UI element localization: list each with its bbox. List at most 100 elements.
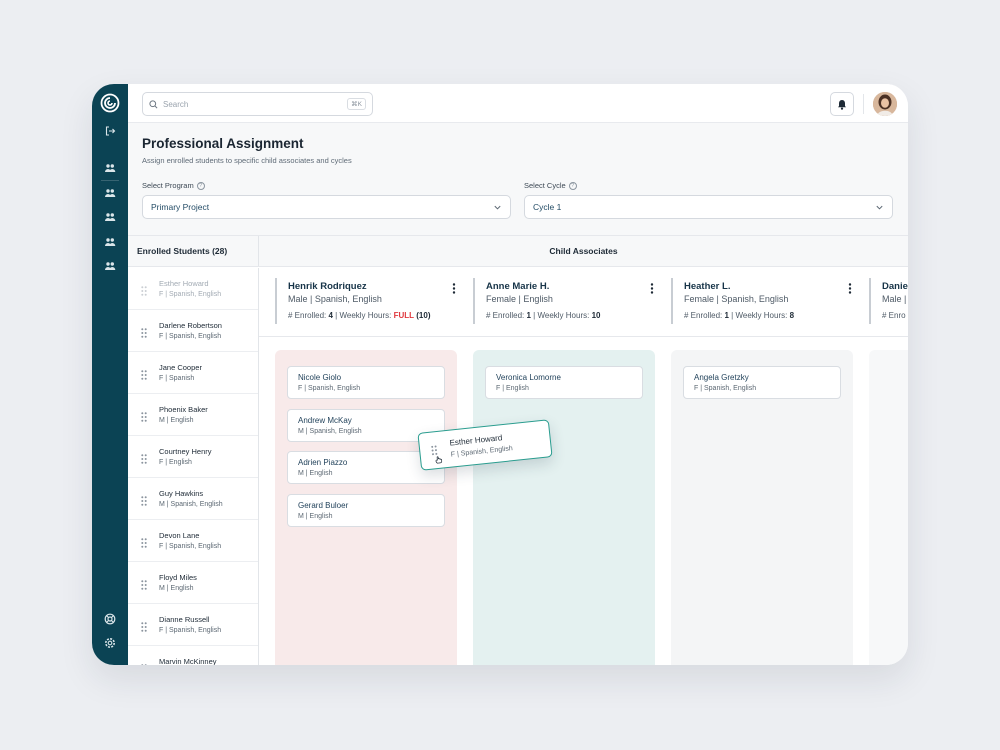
list-item[interactable]: Jane Cooper F | Spanish	[128, 352, 258, 394]
associate-meta: Male |	[882, 294, 907, 304]
assigned-student-name: Gerard Buloer	[298, 500, 349, 510]
drag-handle-icon[interactable]	[141, 283, 147, 301]
help-icon[interactable]	[100, 609, 120, 629]
logout-icon[interactable]	[100, 121, 120, 141]
associate-header: Henrik Rodriquez Male | Spanish, English #…	[259, 268, 457, 336]
list-item[interactable]: Devon Lane F | Spanish, English	[128, 520, 258, 562]
users-icon[interactable]	[100, 183, 120, 203]
assigned-student-card[interactable]: Gerard Buloer M | English	[287, 493, 445, 527]
program-select[interactable]: Primary Project	[142, 195, 511, 219]
notifications-button[interactable]	[830, 92, 854, 116]
student-name: Jane Cooper	[159, 363, 202, 372]
drag-handle-icon[interactable]	[141, 325, 147, 343]
associate-stats: # Enrolled: 4 | Weekly Hours: FULL (10)	[288, 311, 431, 320]
kebab-icon[interactable]	[452, 281, 456, 299]
associate-lane[interactable]: Veronica Lomorne F | English	[473, 350, 655, 665]
logo-icon[interactable]	[100, 93, 120, 113]
student-name: Floyd Miles	[159, 573, 197, 582]
student-meta: M | Spanish, English	[159, 501, 223, 508]
list-item[interactable]: Esther Howard F | Spanish, English	[128, 268, 258, 310]
student-name: Marvin McKinney	[159, 657, 217, 665]
app-window: Search ⌘K Professional Assignment Assign…	[92, 84, 908, 665]
program-label: Select Program ?	[142, 181, 205, 190]
cycle-label: Select Cycle ?	[524, 181, 577, 190]
nav-rail	[92, 84, 128, 665]
help-icon[interactable]: ?	[568, 181, 577, 190]
student-meta: M | English	[159, 585, 194, 592]
search-input[interactable]: Search ⌘K	[142, 92, 373, 116]
drag-handle-icon[interactable]	[141, 577, 147, 595]
list-item[interactable]: Darlene Robertson F | Spanish, English	[128, 310, 258, 352]
users-icon[interactable]	[100, 158, 120, 178]
list-item[interactable]: Floyd Miles M | English	[128, 562, 258, 604]
settings-icon[interactable]	[100, 633, 120, 653]
list-item[interactable]: Phoenix Baker M | English	[128, 394, 258, 436]
search-icon	[149, 99, 158, 108]
assigned-student-meta: M | English	[298, 512, 333, 520]
assigned-student-meta: F | Spanish, English	[298, 385, 361, 392]
student-meta: F | Spanish, English	[159, 291, 222, 298]
grab-hand-icon	[435, 456, 443, 464]
page-title: Professional Assignment	[142, 136, 304, 151]
associate-header: Anne Marie H. Female | English # Enrolled:…	[457, 268, 655, 336]
student-name: Dianne Russell	[159, 615, 210, 624]
associate-stats: # Enro	[882, 311, 906, 320]
associate-name: Heather L.	[684, 281, 731, 292]
student-name: Phoenix Baker	[159, 405, 208, 414]
assigned-student-meta: F | English	[496, 385, 529, 392]
list-item[interactable]: Courtney Henry F | English	[128, 436, 258, 478]
users-icon[interactable]	[100, 232, 120, 252]
assigned-student-card[interactable]: Veronica Lomorne F | English	[485, 366, 643, 399]
associate-lane[interactable]: Nicole Giolo F | Spanish, English Andrew M…	[275, 350, 457, 665]
kebab-icon[interactable]	[848, 281, 852, 299]
cycle-select[interactable]: Cycle 1	[524, 195, 893, 219]
dragging-card-meta: F | Spanish, English	[450, 445, 514, 459]
list-item[interactable]: Dianne Russell F | Spanish, English	[128, 604, 258, 646]
list-item[interactable]: Guy Hawkins M | Spanish, English	[128, 478, 258, 520]
drag-handle-icon[interactable]	[141, 409, 147, 427]
associate-stats: # Enrolled: 1 | Weekly Hours: 10	[486, 311, 601, 320]
kebab-icon[interactable]	[650, 281, 654, 299]
drag-handle-icon[interactable]	[141, 451, 147, 469]
associate-meta: Male | Spanish, English	[288, 294, 382, 304]
student-meta: M | English	[159, 417, 194, 424]
drag-handle-icon[interactable]	[141, 661, 147, 665]
associate-name: Danie	[882, 281, 908, 292]
users-icon[interactable]	[100, 207, 120, 227]
avatar[interactable]	[873, 92, 897, 116]
assigned-student-card[interactable]: Nicole Giolo F | Spanish, English	[287, 366, 445, 399]
assigned-student-name: Andrew McKay	[298, 415, 352, 425]
dragging-card-name: Esther Howard	[449, 433, 503, 448]
drag-handle-icon[interactable]	[141, 367, 147, 385]
student-meta: F | Spanish, English	[159, 333, 222, 340]
associate-header: Danie Male | # Enro	[853, 268, 908, 336]
student-name: Esther Howard	[159, 279, 209, 288]
assigned-student-meta: M | Spanish, English	[298, 427, 362, 435]
associate-lane[interactable]: Angela Gretzky F | Spanish, English	[671, 350, 853, 665]
assigned-student-meta: F | Spanish, English	[694, 385, 757, 392]
help-icon[interactable]: ?	[196, 181, 205, 190]
assigned-student-meta: M | English	[298, 470, 333, 477]
student-meta: F | Spanish, English	[159, 543, 222, 550]
associate-meta: Female | English	[486, 294, 553, 304]
associate-stats: # Enrolled: 1 | Weekly Hours: 8	[684, 311, 795, 320]
assigned-student-name: Veronica Lomorne	[496, 373, 561, 382]
student-name: Courtney Henry	[159, 447, 212, 456]
list-item[interactable]: Marvin McKinney	[128, 646, 258, 665]
student-name: Guy Hawkins	[159, 489, 204, 498]
associate-lane[interactable]	[869, 350, 908, 665]
assigned-student-card[interactable]: Angela Gretzky F | Spanish, English	[683, 366, 841, 399]
drag-handle-icon[interactable]	[141, 619, 147, 637]
assigned-student-name: Adrien Piazzo	[298, 458, 348, 467]
main-area: Search ⌘K Professional Assignment Assign…	[128, 84, 908, 665]
drag-handle-icon[interactable]	[141, 535, 147, 553]
top-bar: Search ⌘K	[128, 84, 908, 123]
students-list: Esther Howard F | Spanish, English Darlene…	[128, 268, 259, 665]
users-icon[interactable]	[100, 256, 120, 276]
student-name: Darlene Robertson	[159, 321, 222, 330]
associate-header: Heather L. Female | Spanish, English # Enr…	[655, 268, 853, 336]
drag-handle-icon[interactable]	[141, 493, 147, 511]
student-meta: F | English	[159, 459, 192, 466]
associate-name: Henrik Rodriquez	[288, 281, 367, 292]
bell-icon	[838, 99, 846, 110]
